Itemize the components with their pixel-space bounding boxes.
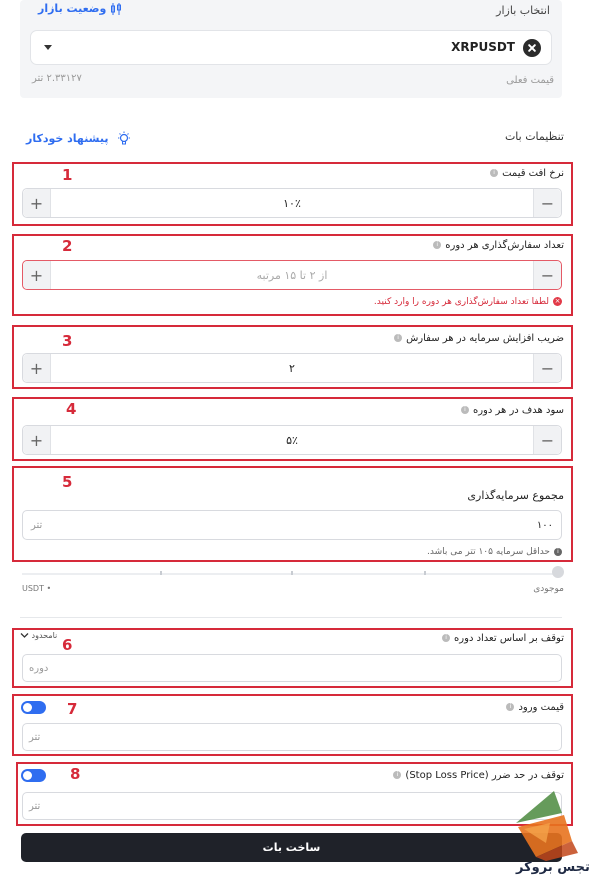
stop-loss-toggle[interactable] [21, 769, 46, 782]
price-drop-value: ۱۰٪ [283, 197, 301, 210]
broker-watermark-text: تجس بروکر [516, 860, 590, 875]
balance-unit-text: USDT [22, 584, 44, 593]
info-icon[interactable]: i [393, 771, 402, 779]
stop-cycles-label-text: توقف بر اساس تعداد دوره [454, 633, 564, 644]
stop-cycles-label: توقف بر اساس تعداد دورهi [442, 633, 564, 644]
total-investment-label: مجموع سرمایه‌گذاری [467, 489, 564, 502]
annotation-number-4: 4 [66, 400, 77, 418]
bot-settings-title: تنظیمات بات [504, 130, 564, 143]
error-icon: × [553, 297, 562, 306]
minus-icon[interactable]: − [533, 426, 561, 454]
total-investment-hint-text: حداقل سرمایه ۱۰۵ تتر می باشد. [426, 547, 550, 557]
target-profit-stepper[interactable]: + ۵٪ − [22, 425, 562, 455]
price-drop-label-text: نرخ افت قیمت [502, 168, 564, 179]
market-card: انتخاب بازار وضعیت بازار XRPUSDT قیمت فع… [20, 0, 562, 98]
annotation-number-5: 5 [62, 473, 73, 491]
market-select-value: XRPUSDT [451, 40, 515, 54]
info-icon[interactable]: i [394, 334, 403, 342]
stop-cycles-input[interactable]: دوره [22, 654, 562, 682]
stop-cycles-dropdown[interactable]: نامحدود [20, 631, 57, 640]
orders-per-cycle-error-text: لطفا تعداد سفارش‌گذاری هر دوره را وارد ک… [373, 297, 549, 307]
orders-per-cycle-error: × لطفا تعداد سفارش‌گذاری هر دوره را وارد … [374, 297, 562, 307]
stop-cycles-placeholder: دوره [29, 663, 49, 674]
annotation-number-7: 7 [67, 700, 78, 718]
market-status-text: وضعیت بازار [38, 2, 107, 15]
target-profit-label: سود هدف در هر دورهi [460, 405, 564, 416]
stop-loss-input[interactable]: تتر [22, 792, 562, 820]
market-select[interactable]: XRPUSDT [30, 30, 552, 65]
slider-tick [291, 571, 293, 575]
orders-per-cycle-placeholder[interactable]: از ۲ تا ۱۵ مرتبه [53, 269, 531, 282]
price-drop-label: نرخ افت قیمتi [490, 168, 564, 179]
capital-multiplier-label: ضریب افزایش سرمایه در هر سفارشi [394, 333, 564, 344]
price-drop-stepper[interactable]: + ۱۰٪ − [22, 188, 562, 218]
info-icon[interactable]: i [433, 241, 442, 249]
entry-price-input[interactable]: تتر [22, 723, 562, 751]
current-price-label: قیمت فعلی [506, 75, 554, 86]
total-investment-value: ۱۰۰ [536, 520, 553, 531]
info-icon[interactable]: i [460, 406, 469, 414]
entry-price-label-text: قیمت ورود [518, 702, 564, 713]
target-profit-label-text: سود هدف در هر دوره [472, 405, 564, 416]
stop-loss-label: توقف در حد ضرر (Stop Loss Price)i [393, 770, 564, 781]
plus-icon[interactable]: + [23, 354, 51, 382]
annotation-number-3: 3 [62, 332, 73, 350]
total-investment-hint: i حداقل سرمایه ۱۰۵ تتر می باشد. [427, 547, 562, 557]
annotation-number-8: 8 [70, 765, 81, 783]
section-divider [20, 617, 562, 618]
chevron-down-icon [20, 633, 29, 638]
info-icon[interactable]: i [506, 703, 515, 711]
chevron-down-icon [44, 45, 52, 50]
entry-price-label: قیمت ورودi [506, 702, 564, 713]
broker-logo-icon [516, 791, 578, 861]
auto-suggest-text: پیشنهاد خودکار [26, 132, 109, 145]
annotation-number-1: 1 [62, 166, 73, 184]
orders-per-cycle-label: تعداد سفارش‌گذاری هر دورهi [433, 240, 564, 251]
plus-icon[interactable]: + [23, 189, 51, 217]
capital-multiplier-value: ۲ [289, 362, 295, 375]
xrp-coin-icon [523, 39, 541, 57]
target-profit-value: ۵٪ [286, 434, 298, 447]
auto-suggest-link[interactable]: پیشنهاد خودکار [26, 131, 132, 147]
stop-loss-label-text: توقف در حد ضرر (Stop Loss Price) [405, 770, 564, 781]
plus-icon[interactable]: + [23, 426, 51, 454]
entry-price-toggle[interactable] [21, 701, 46, 714]
annotation-number-2: 2 [62, 237, 73, 255]
stop-cycles-dropdown-value: نامحدود [31, 631, 58, 640]
minus-icon[interactable]: − [533, 354, 561, 382]
create-bot-button[interactable]: ساخت بات [21, 833, 562, 862]
orders-per-cycle-stepper[interactable]: + از ۲ تا ۱۵ مرتبه − [22, 260, 562, 290]
info-icon[interactable]: i [442, 634, 451, 642]
slider-tick [160, 571, 162, 575]
balance-label: موجودی [533, 584, 564, 594]
entry-price-placeholder: تتر [29, 732, 41, 743]
minus-icon[interactable]: − [533, 189, 561, 217]
info-icon: i [554, 547, 562, 556]
plus-icon[interactable]: + [23, 261, 51, 289]
capital-multiplier-stepper[interactable]: + ۲ − [22, 353, 562, 383]
market-status-link[interactable]: وضعیت بازار [38, 2, 125, 15]
capital-multiplier-label-text: ضریب افزایش سرمایه در هر سفارش [406, 333, 564, 344]
stop-loss-placeholder: تتر [29, 801, 41, 812]
investment-slider-handle[interactable] [552, 566, 564, 578]
market-select-label: انتخاب بازار [496, 4, 550, 17]
total-investment-input[interactable]: تتر ۱۰۰ [22, 510, 562, 540]
info-icon[interactable]: i [490, 169, 499, 177]
current-price-value: ۲.۳۳۱۲۷ تتر [32, 73, 82, 84]
lightbulb-icon [118, 131, 131, 145]
annotation-number-6: 6 [62, 636, 73, 654]
slider-tick [424, 571, 426, 575]
orders-per-cycle-label-text: تعداد سفارش‌گذاری هر دوره [445, 240, 564, 251]
minus-icon[interactable]: − [533, 261, 561, 289]
total-investment-unit: تتر [31, 520, 43, 531]
candlestick-icon [111, 3, 122, 15]
balance-unit: USDT • [22, 584, 52, 593]
